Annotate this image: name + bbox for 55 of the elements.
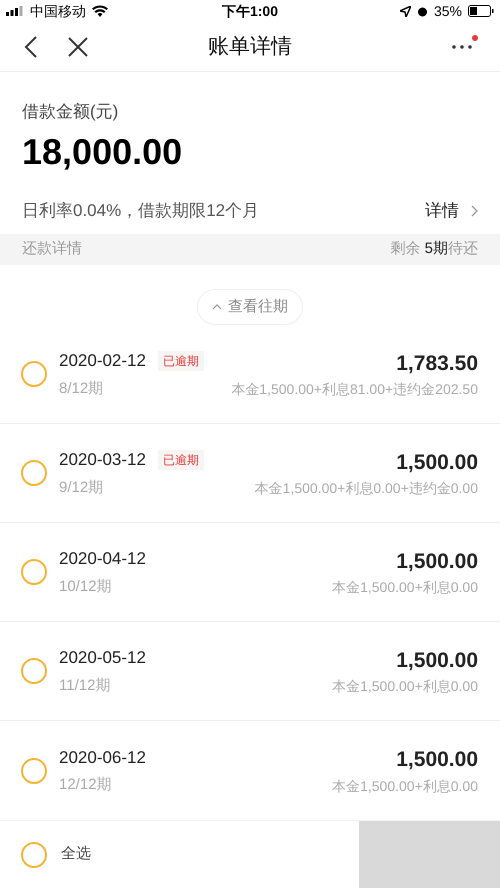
due-date: 2020-02-12	[59, 350, 146, 372]
period-number: 8/12期	[59, 378, 104, 398]
installment-amount: 1,500.00	[396, 450, 478, 476]
due-date: 2020-05-12	[59, 647, 146, 669]
select-checkbox[interactable]	[21, 361, 47, 387]
due-date: 2020-03-12	[59, 449, 146, 471]
battery-percent: 35%	[434, 2, 462, 21]
due-date: 2020-06-12	[59, 746, 146, 768]
installment-row[interactable]: 2020-02-12 已逾期 8/12期 1,783.50 本金1,500.00+利息81.00+违约金202.50	[0, 325, 500, 424]
installment-amount: 1,500.00	[396, 747, 478, 774]
select-checkbox[interactable]	[21, 658, 47, 684]
chevron-right-icon	[471, 204, 478, 217]
amount-breakdown: 本金1,500.00+利息0.00	[332, 677, 478, 696]
loan-label: 借款金额(元)	[22, 100, 120, 123]
due-date: 2020-04-12	[59, 548, 146, 570]
overdue-tag: 已逾期	[158, 350, 204, 371]
details-link[interactable]: 详情	[425, 198, 478, 224]
select-checkbox[interactable]	[21, 758, 47, 784]
amount-breakdown: 本金1,500.00+利息0.00	[332, 578, 478, 598]
remaining-count: 剩余 5期待还	[390, 239, 478, 260]
installment-row[interactable]: 2020-05-12 11/12期 1,500.00 本金1,500.00+利息0.00	[0, 622, 500, 721]
action-button[interactable]	[359, 821, 500, 888]
view-past-button[interactable]: 查看往期	[197, 289, 303, 325]
installment-amount: 1,500.00	[396, 648, 478, 674]
back-icon	[24, 36, 38, 58]
amount-breakdown: 本金1,500.00+利息81.00+违约金202.50	[231, 380, 478, 400]
installment-row[interactable]: 2020-06-12 12/12期 1,500.00 本金1,500.00+利息0.00	[0, 721, 500, 820]
battery-icon	[468, 5, 494, 18]
signal-icon	[6, 6, 24, 16]
installment-row[interactable]: 2020-04-12 10/12期 1,500.00 本金1,500.00+利息0.00	[0, 523, 500, 622]
installment-row[interactable]: 2020-03-12 已逾期 9/12期 1,500.00 本金1,500.00+利息0.00+违约金0.00	[0, 424, 500, 523]
loan-terms: 日利率0.04%，借款期限12个月	[22, 200, 260, 222]
select-checkbox[interactable]	[21, 559, 47, 585]
page-title: 账单详情	[207, 34, 293, 60]
location-icon	[400, 6, 411, 17]
period-number: 12/12期	[59, 775, 113, 795]
select-checkbox[interactable]	[21, 460, 47, 486]
amount-breakdown: 本金1,500.00+利息0.00	[332, 776, 478, 796]
period-number: 9/12期	[59, 478, 104, 498]
period-number: 11/12期	[59, 676, 112, 696]
loan-amount: 18,000.00	[22, 130, 184, 174]
amount-breakdown: 本金1,500.00+利息0.00+违约金0.00	[254, 479, 478, 498]
select-all-label: 全选	[61, 844, 92, 864]
installment-amount: 1,783.50	[396, 350, 478, 377]
wifi-icon	[92, 5, 108, 18]
clock-time: 下午1:00	[222, 2, 278, 21]
overdue-tag: 已逾期	[158, 450, 204, 470]
section-title: 还款详情	[22, 239, 83, 260]
more-icon	[452, 44, 472, 48]
period-number: 10/12期	[59, 576, 113, 596]
close-icon	[68, 36, 88, 56]
chevron-up-icon	[212, 304, 222, 310]
carrier-name: 中国移动	[30, 2, 86, 21]
installment-amount: 1,500.00	[396, 548, 478, 575]
select-checkbox[interactable]	[21, 842, 47, 868]
